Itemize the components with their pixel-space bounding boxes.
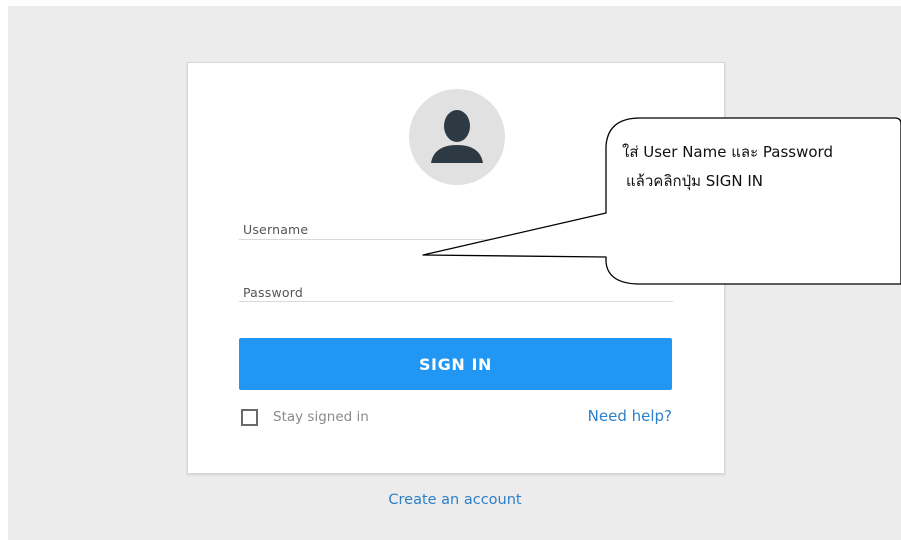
callout-bubble: [422, 117, 901, 285]
callout-line-2: แล้วคลิกปุ่ม SIGN IN: [626, 172, 763, 190]
callout-line-1: ใส่ User Name และ Password: [622, 143, 833, 161]
page: Username Password SIGN IN Stay signed in…: [0, 0, 901, 540]
